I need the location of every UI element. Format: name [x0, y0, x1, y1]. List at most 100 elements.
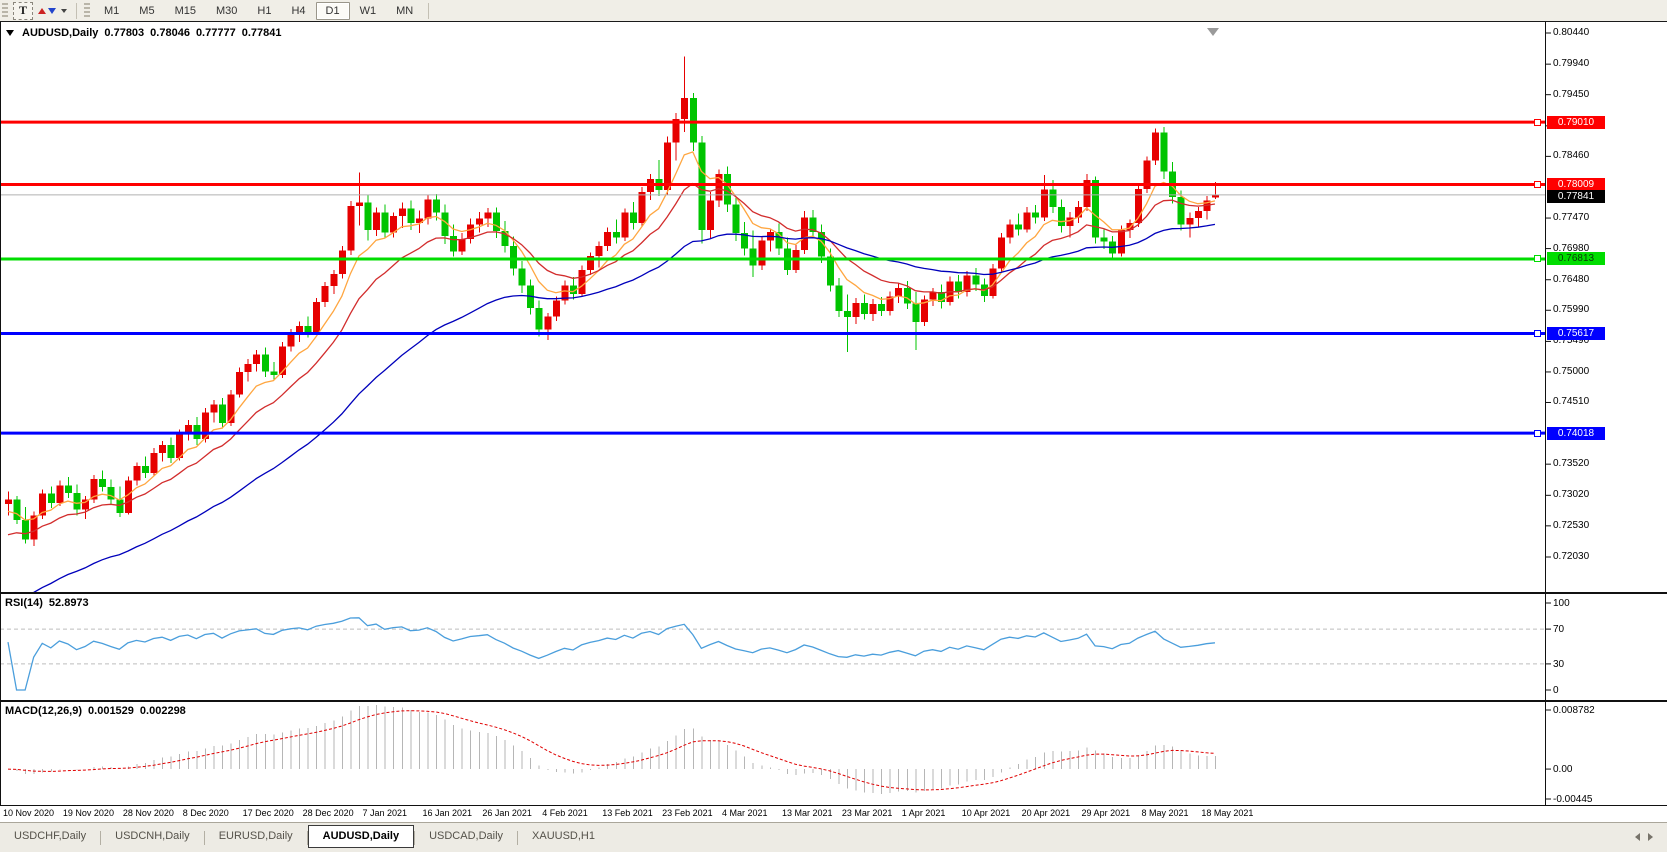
- macd-canvas[interactable]: [0, 702, 1667, 805]
- timeframe-button-mn[interactable]: MN: [386, 2, 423, 20]
- macd-tick-label: 0.008782: [1553, 705, 1623, 716]
- level-endpoint-marker[interactable]: [1534, 330, 1541, 337]
- tab-audusd[interactable]: AUDUSD,Daily: [308, 825, 414, 848]
- price-chart-panel[interactable]: AUDUSD,Daily 0.77803 0.78046 0.77777 0.7…: [0, 22, 1667, 592]
- ohlc-open: 0.77803: [104, 27, 144, 39]
- level-endpoint-marker[interactable]: [1534, 255, 1541, 262]
- timeframe-button-m1[interactable]: M1: [94, 2, 129, 20]
- toolbar-grip[interactable]: [84, 3, 90, 19]
- rsi-tick-label: 0: [1553, 685, 1623, 696]
- up-arrow-icon: [38, 8, 46, 14]
- chart-symbol: AUDUSD,Daily: [22, 27, 98, 39]
- tab-xauusd[interactable]: XAUUSD,H1: [518, 826, 609, 847]
- chart-shift-icon[interactable]: [1207, 28, 1219, 36]
- timeframe-button-w1[interactable]: W1: [350, 2, 387, 20]
- date-tick-label: 17 Dec 2020: [243, 808, 294, 818]
- date-tick-label: 13 Feb 2021: [602, 808, 653, 818]
- date-axis[interactable]: 10 Nov 2020 19 Nov 2020 28 Nov 2020 8 Dec 2…: [0, 807, 1667, 822]
- ma-mid-line: [8, 184, 1215, 535]
- date-tick-label: 23 Mar 2021: [842, 808, 893, 818]
- level-endpoint-marker[interactable]: [1534, 430, 1541, 437]
- tab-usdchf[interactable]: USDCHF,Daily: [0, 826, 100, 847]
- price-chart-canvas[interactable]: [0, 22, 1667, 592]
- tab-eurusd[interactable]: EURUSD,Daily: [205, 826, 307, 847]
- date-tick-label: 8 Dec 2020: [183, 808, 229, 818]
- timeframe-button-m15[interactable]: M15: [165, 2, 206, 20]
- price-tick-label: 0.79940: [1553, 58, 1623, 69]
- timeframe-button-h4[interactable]: H4: [281, 2, 315, 20]
- rsi-panel[interactable]: RSI(14) 52.8973 100 70 30 0: [0, 592, 1667, 700]
- macd-label: MACD(12,26,9) 0.001529 0.002298: [5, 705, 186, 717]
- price-tick-label: 0.79450: [1553, 89, 1623, 100]
- date-tick-label: 28 Nov 2020: [123, 808, 174, 818]
- ohlc-low: 0.77777: [196, 27, 236, 39]
- candles-series: [5, 57, 1219, 546]
- price-tick-label: 0.73020: [1553, 489, 1623, 500]
- macd-tick-label: 0.00: [1553, 764, 1623, 775]
- rsi-label: RSI(14) 52.8973: [5, 597, 89, 609]
- tab-usdcnh[interactable]: USDCNH,Daily: [101, 826, 204, 847]
- chart-tab-bar: USDCHF,DailyUSDCNH,DailyEURUSD,DailyAUDU…: [0, 822, 1667, 852]
- date-tick-label: 16 Jan 2021: [422, 808, 472, 818]
- date-tick-label: 18 May 2021: [1201, 808, 1253, 818]
- level-price-badge: 0.79010: [1547, 116, 1605, 129]
- date-tick-label: 1 Apr 2021: [902, 808, 946, 818]
- price-tick-label: 0.76480: [1553, 274, 1623, 285]
- macd-tick-label: -0.00445: [1553, 794, 1623, 805]
- rsi-canvas[interactable]: [0, 594, 1667, 700]
- timeframe-button-m30[interactable]: M30: [206, 2, 247, 20]
- price-tick-label: 0.75000: [1553, 366, 1623, 377]
- ma-fast-line: [8, 152, 1215, 520]
- toolbar: T M1M5M15M30H1H4D1W1MN: [0, 0, 1667, 22]
- date-tick-label: 19 Nov 2020: [63, 808, 114, 818]
- ohlc-close: 0.77841: [242, 27, 282, 39]
- macd-panel[interactable]: MACD(12,26,9) 0.001529 0.002298 0.008782…: [0, 700, 1667, 806]
- date-tick-label: 10 Nov 2020: [3, 808, 54, 818]
- date-tick-label: 10 Apr 2021: [962, 808, 1011, 818]
- price-tick-label: 0.78460: [1553, 150, 1623, 161]
- timeframe-button-m5[interactable]: M5: [129, 2, 164, 20]
- timeframe-button-h1[interactable]: H1: [247, 2, 281, 20]
- price-tick-label: 0.75990: [1553, 304, 1623, 315]
- rsi-tick-label: 70: [1553, 624, 1623, 635]
- rsi-value: 52.8973: [49, 597, 89, 609]
- current-price-badge: 0.77841: [1547, 190, 1605, 203]
- level-price-badge: 0.74018: [1547, 427, 1605, 440]
- price-tick-label: 0.73520: [1553, 458, 1623, 469]
- rsi-tick-label: 30: [1553, 659, 1623, 670]
- date-tick-label: 20 Apr 2021: [1022, 808, 1071, 818]
- level-endpoint-marker[interactable]: [1534, 181, 1541, 188]
- macd-signal-value: 0.002298: [140, 705, 186, 717]
- tab-usdcad[interactable]: USDCAD,Daily: [415, 826, 517, 847]
- date-tick-label: 28 Dec 2020: [303, 808, 354, 818]
- ohlc-high: 0.78046: [150, 27, 190, 39]
- mt4-window: T M1M5M15M30H1H4D1W1MN AUDUSD,Daily 0.77…: [0, 0, 1667, 852]
- chart-title: AUDUSD,Daily 0.77803 0.78046 0.77777 0.7…: [5, 27, 281, 39]
- toolbar-separator: [428, 3, 429, 19]
- toolbar-grip[interactable]: [2, 3, 8, 19]
- level-endpoint-marker[interactable]: [1534, 119, 1541, 126]
- rsi-tick-label: 100: [1553, 598, 1623, 609]
- price-tick-label: 0.72530: [1553, 520, 1623, 531]
- date-tick-label: 4 Mar 2021: [722, 808, 768, 818]
- date-tick-label: 29 Apr 2021: [1082, 808, 1131, 818]
- date-tick-label: 7 Jan 2021: [363, 808, 408, 818]
- macd-histogram: [9, 705, 1216, 794]
- timeframe-button-group: M1M5M15M30H1H4D1W1MN: [94, 2, 423, 20]
- arrows-tool-button[interactable]: [35, 2, 70, 20]
- date-tick-label: 4 Feb 2021: [542, 808, 588, 818]
- rsi-name: RSI(14): [5, 597, 43, 609]
- level-price-badge: 0.75617: [1547, 327, 1605, 340]
- date-tick-label: 26 Jan 2021: [482, 808, 532, 818]
- timeframe-button-d1[interactable]: D1: [316, 2, 350, 20]
- toolbar-separator: [76, 3, 77, 19]
- price-tick-label: 0.74510: [1553, 396, 1623, 407]
- date-tick-label: 23 Feb 2021: [662, 808, 713, 818]
- price-tick-label: 0.72030: [1553, 551, 1623, 562]
- level-price-badge: 0.76813: [1547, 252, 1605, 265]
- text-label-tool-button[interactable]: T: [13, 2, 33, 20]
- symbol-dropdown-icon[interactable]: [6, 30, 14, 36]
- macd-signal-line: [8, 711, 1215, 790]
- tab-scroll-right-icon[interactable]: [1648, 833, 1653, 841]
- tab-scroll-left-icon[interactable]: [1635, 833, 1640, 841]
